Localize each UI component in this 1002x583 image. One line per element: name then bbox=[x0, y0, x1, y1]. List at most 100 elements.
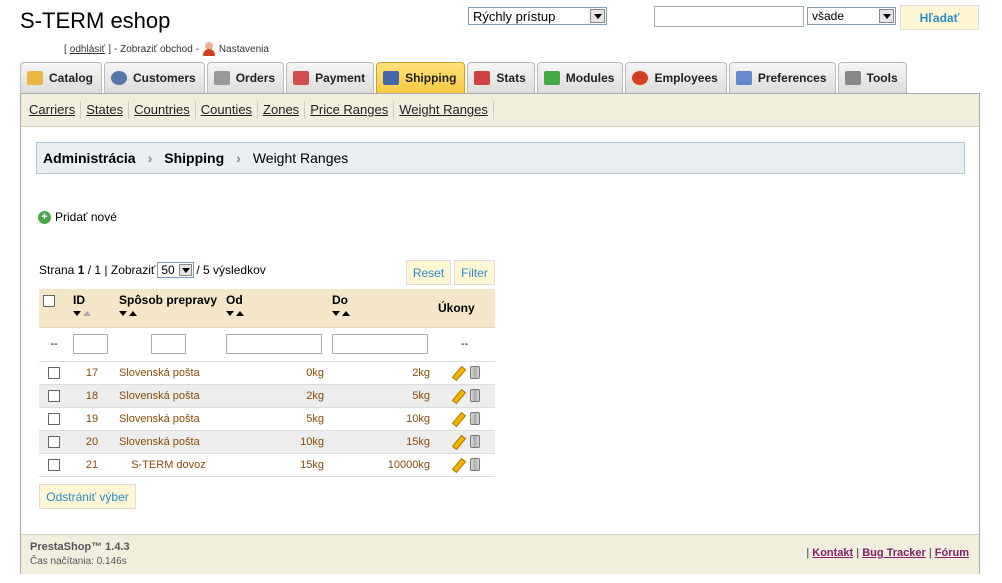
tab-tools[interactable]: Tools bbox=[837, 62, 907, 93]
page-word: Strana bbox=[39, 263, 75, 277]
tab-orders[interactable]: Orders bbox=[206, 62, 285, 93]
breadcrumb: Administrácia › Shipping › Weight Ranges bbox=[36, 142, 965, 174]
cell-carrier: Slovenská pošta bbox=[115, 384, 222, 408]
sort-asc-icon[interactable] bbox=[129, 311, 137, 316]
breadcrumb-root[interactable]: Administrácia bbox=[43, 150, 136, 166]
table-row[interactable]: 17 Slovenská pošta 0kg 2kg bbox=[39, 361, 495, 385]
edit-icon[interactable] bbox=[450, 435, 464, 449]
search-scope-select[interactable]: všade bbox=[807, 7, 896, 25]
cell-from: 0kg bbox=[222, 361, 328, 385]
table-row[interactable]: 21 S-TERM dovoz 15kg 10000kg bbox=[39, 453, 495, 477]
sort-desc-icon[interactable] bbox=[73, 311, 81, 316]
cell-carrier: Slovenská pošta bbox=[115, 430, 222, 454]
subnav-counties[interactable]: Counties bbox=[196, 101, 259, 119]
forum-link[interactable]: Fórum bbox=[935, 547, 969, 559]
per-page-select[interactable]: 50 bbox=[157, 262, 195, 278]
cell-carrier: Slovenská pošta bbox=[115, 407, 222, 431]
filter-dash: -- bbox=[434, 327, 495, 362]
reset-button[interactable]: Reset bbox=[406, 260, 451, 285]
subnav-states[interactable]: States bbox=[81, 101, 130, 119]
subnav-zones[interactable]: Zones bbox=[258, 101, 306, 119]
edit-icon[interactable] bbox=[450, 458, 464, 472]
filter-id-input[interactable] bbox=[73, 334, 108, 354]
sort-asc-icon[interactable] bbox=[236, 311, 244, 316]
tab-catalog[interactable]: Catalog bbox=[20, 62, 103, 93]
sort-desc-icon[interactable] bbox=[332, 311, 340, 316]
cell-to: 5kg bbox=[328, 384, 434, 408]
column-id: ID bbox=[73, 293, 85, 307]
truck-icon bbox=[383, 71, 400, 85]
preferences-icon bbox=[735, 71, 752, 85]
cell-id: 17 bbox=[69, 361, 115, 385]
cell-carrier: S-TERM dovoz bbox=[115, 453, 222, 477]
row-checkbox[interactable] bbox=[48, 389, 60, 402]
row-checkbox[interactable] bbox=[48, 412, 60, 425]
tab-customers[interactable]: Customers bbox=[104, 62, 205, 93]
tab-stats[interactable]: Stats bbox=[467, 62, 535, 93]
filter-from-input[interactable] bbox=[226, 334, 322, 354]
logout-link[interactable]: odhlásiť bbox=[70, 44, 105, 55]
sort-asc-icon[interactable] bbox=[342, 311, 350, 316]
search-input[interactable] bbox=[654, 6, 804, 27]
select-all-checkbox[interactable] bbox=[43, 294, 55, 307]
chevron-down-icon bbox=[179, 264, 193, 276]
subnav-price-ranges[interactable]: Price Ranges bbox=[305, 101, 395, 119]
edit-icon[interactable] bbox=[450, 412, 464, 426]
cell-id: 18 bbox=[69, 384, 115, 408]
page-total: / 1 | Zobraziť bbox=[87, 263, 156, 277]
employee-icon bbox=[632, 71, 649, 85]
subnav-weight-ranges[interactable]: Weight Ranges bbox=[394, 101, 494, 119]
tab-preferences[interactable]: Preferences bbox=[728, 62, 836, 93]
table-row[interactable]: 18 Slovenská pošta 2kg 5kg bbox=[39, 384, 495, 408]
filter-carrier-input[interactable] bbox=[151, 334, 186, 354]
trash-icon[interactable] bbox=[469, 366, 480, 379]
wrench-icon bbox=[844, 71, 861, 85]
pagination: Strana 1 / 1 | Zobraziť 50 / 5 výsledkov bbox=[39, 262, 266, 278]
table-header-row: ID Spôsob prepravy Od Do Úkony bbox=[39, 289, 495, 328]
settings-link[interactable]: Nastavenia bbox=[219, 44, 269, 55]
quick-access-select[interactable]: Rýchly prístup bbox=[468, 7, 607, 25]
table-row[interactable]: 19 Slovenská pošta 5kg 10kg bbox=[39, 407, 495, 431]
trash-icon[interactable] bbox=[469, 412, 480, 425]
stats-icon bbox=[474, 71, 491, 85]
search-button[interactable]: Hľadať bbox=[900, 5, 979, 30]
payment-icon bbox=[293, 71, 310, 85]
folder-icon bbox=[27, 71, 43, 85]
table-row[interactable]: 20 Slovenská pošta 10kg 15kg bbox=[39, 430, 495, 454]
filter-dash: -- bbox=[39, 327, 69, 362]
content-panel: Carriers States Countries Counties Zones… bbox=[20, 93, 980, 574]
row-checkbox[interactable] bbox=[48, 458, 60, 471]
trash-icon[interactable] bbox=[469, 389, 480, 402]
bug-tracker-link[interactable]: Bug Tracker bbox=[862, 547, 926, 559]
main-tabs: Catalog Customers Orders Payment Shippin… bbox=[20, 62, 907, 93]
cell-to: 2kg bbox=[328, 361, 434, 385]
tab-modules[interactable]: Modules bbox=[536, 62, 624, 93]
breadcrumb-section[interactable]: Shipping bbox=[164, 150, 224, 166]
footer: PrestaShop™ 1.4.3 Čas načítania: 0.146s … bbox=[21, 534, 979, 574]
edit-icon[interactable] bbox=[450, 389, 464, 403]
tab-shipping[interactable]: Shipping bbox=[376, 62, 466, 93]
sort-desc-icon[interactable] bbox=[226, 311, 234, 316]
trash-icon[interactable] bbox=[469, 435, 480, 448]
row-checkbox[interactable] bbox=[48, 366, 60, 379]
view-shop-link[interactable]: - Zobraziť obchod - bbox=[114, 44, 199, 55]
shop-title: S-TERM eshop bbox=[20, 8, 171, 33]
cell-to: 10000kg bbox=[328, 453, 434, 477]
tab-payment[interactable]: Payment bbox=[286, 62, 375, 93]
sort-asc-icon[interactable] bbox=[83, 311, 91, 316]
add-new-link[interactable]: + Pridať nové bbox=[38, 210, 117, 224]
sort-desc-icon[interactable] bbox=[119, 311, 127, 316]
filter-to-input[interactable] bbox=[332, 334, 428, 354]
column-to: Do bbox=[332, 293, 348, 307]
contact-link[interactable]: Kontakt bbox=[812, 547, 853, 559]
subnav-countries[interactable]: Countries bbox=[129, 101, 196, 119]
edit-icon[interactable] bbox=[450, 366, 464, 380]
footer-links: | Kontakt | Bug Tracker | Fórum bbox=[806, 547, 969, 559]
row-checkbox[interactable] bbox=[48, 435, 60, 448]
tab-employees[interactable]: Employees bbox=[625, 62, 727, 93]
subnav-carriers[interactable]: Carriers bbox=[24, 101, 82, 119]
header-links: [ odhlásiť ] - Zobraziť obchod - Nastave… bbox=[64, 42, 269, 56]
filter-button[interactable]: Filter bbox=[454, 260, 495, 285]
trash-icon[interactable] bbox=[469, 458, 480, 471]
remove-selection-button[interactable]: Odstrániť výber bbox=[39, 484, 136, 509]
